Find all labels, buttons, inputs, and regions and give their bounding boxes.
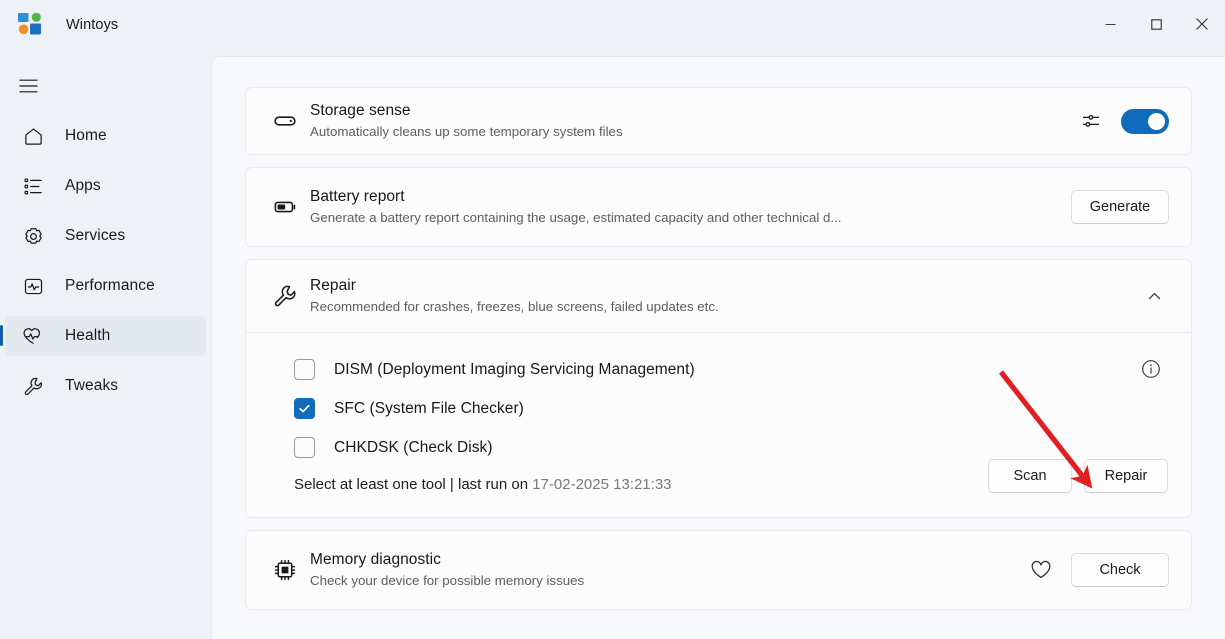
card-storage-sense: Storage sense Automatically cleans up so… — [245, 87, 1192, 155]
content-panel: Storage sense Automatically cleans up so… — [211, 56, 1225, 639]
wrench-icon — [266, 284, 304, 309]
storage-sense-row: Storage sense Automatically cleans up so… — [246, 88, 1191, 154]
sidebar-item-label: Services — [65, 227, 126, 244]
performance-monitor-icon — [20, 273, 46, 299]
battery-report-text: Battery report Generate a battery report… — [304, 187, 1055, 227]
check-button[interactable]: Check — [1071, 553, 1169, 587]
repair-tool-sfc[interactable]: SFC (System File Checker) — [294, 398, 1169, 419]
card-subtitle: Recommended for crashes, freezes, blue s… — [310, 299, 719, 314]
card-title: Storage sense — [310, 102, 411, 119]
repair-button[interactable]: Repair — [1084, 459, 1168, 493]
memory-chip-icon — [266, 558, 304, 582]
home-icon — [20, 123, 46, 149]
health-scroll-area[interactable]: Storage sense Automatically cleans up so… — [212, 57, 1225, 639]
title-bar: Wintoys — [0, 0, 1225, 48]
card-title: Memory diagnostic — [310, 551, 441, 568]
sidebar-item-label: Apps — [65, 177, 101, 194]
sidebar-item-label: Home — [65, 127, 107, 144]
repair-status-text: Select at least one tool | last run on — [294, 476, 533, 493]
gear-icon — [20, 223, 46, 249]
checkbox-label: CHKDSK (Check Disk) — [334, 438, 493, 456]
repair-tool-dism[interactable]: DISM (Deployment Imaging Servicing Manag… — [294, 359, 1169, 380]
card-battery-report: Battery report Generate a battery report… — [245, 167, 1192, 247]
sidebar-item-label: Performance — [65, 277, 155, 294]
sidebar-item-apps[interactable]: Apps — [5, 166, 206, 206]
scan-button[interactable]: Scan — [988, 459, 1072, 493]
sidebar-item-tweaks[interactable]: Tweaks — [5, 366, 206, 406]
checkbox-dism[interactable] — [294, 359, 315, 380]
window-controls — [1087, 0, 1225, 48]
card-subtitle: Generate a battery report containing the… — [310, 210, 842, 225]
card-title: Repair — [310, 277, 356, 294]
sidebar-item-services[interactable]: Services — [5, 216, 206, 256]
sidebar-item-label: Tweaks — [65, 377, 119, 394]
info-icon[interactable] — [1135, 353, 1167, 385]
sidebar-item-label: Health — [65, 327, 111, 344]
repair-expander-header[interactable]: Repair Recommended for crashes, freezes,… — [246, 260, 1191, 332]
maximize-button[interactable] — [1133, 0, 1179, 48]
repair-body: DISM (Deployment Imaging Servicing Manag… — [246, 333, 1191, 517]
sliders-icon[interactable] — [1075, 105, 1107, 137]
minimize-button[interactable] — [1087, 0, 1133, 48]
sidebar: Home Apps Services Performance Health Tw… — [0, 48, 211, 639]
storage-sense-toggle[interactable] — [1121, 108, 1169, 134]
sidebar-nav: Home Apps Services Performance Health Tw… — [0, 116, 206, 416]
checkbox-label: DISM (Deployment Imaging Servicing Manag… — [334, 360, 695, 378]
memory-diagnostic-row: Memory diagnostic Check your device for … — [246, 531, 1191, 609]
repair-action-buttons: Scan Repair — [988, 459, 1168, 493]
app-title: Wintoys — [66, 17, 119, 33]
card-subtitle: Automatically cleans up some temporary s… — [310, 124, 623, 139]
battery-report-actions: Generate — [1071, 190, 1169, 224]
battery-report-row: Battery report Generate a battery report… — [246, 168, 1191, 246]
generate-button[interactable]: Generate — [1071, 190, 1169, 224]
repair-text: Repair Recommended for crashes, freezes,… — [304, 276, 1139, 316]
sidebar-item-home[interactable]: Home — [5, 116, 206, 156]
card-subtitle: Check your device for possible memory is… — [310, 573, 585, 588]
checkbox-label: SFC (System File Checker) — [334, 399, 524, 417]
apps-list-icon — [20, 173, 46, 199]
sidebar-item-health[interactable]: Health — [0, 316, 206, 356]
checkbox-sfc[interactable] — [294, 398, 315, 419]
wintoys-logo — [18, 12, 42, 35]
close-button[interactable] — [1179, 0, 1225, 48]
card-repair: Repair Recommended for crashes, freezes,… — [245, 259, 1192, 518]
chevron-up-icon[interactable] — [1139, 281, 1169, 311]
heart-icon[interactable] — [1025, 554, 1057, 586]
card-memory-diagnostic: Memory diagnostic Check your device for … — [245, 530, 1192, 610]
memory-diagnostic-actions: Check — [1025, 553, 1169, 587]
app-window: Wintoys Home Apps Services Performance H… — [0, 0, 1225, 639]
storage-sense-text: Storage sense Automatically cleans up so… — [304, 101, 1059, 141]
battery-icon — [266, 195, 304, 219]
hamburger-icon[interactable] — [8, 68, 48, 104]
repair-tool-chkdsk[interactable]: CHKDSK (Check Disk) — [294, 437, 1169, 458]
repair-last-run-timestamp: 17-02-2025 13:21:33 — [532, 476, 672, 493]
heart-pulse-icon — [20, 323, 46, 349]
sidebar-item-performance[interactable]: Performance — [5, 266, 206, 306]
storage-sense-actions — [1075, 105, 1169, 137]
memory-diagnostic-text: Memory diagnostic Check your device for … — [304, 550, 1009, 590]
card-title: Battery report — [310, 188, 405, 205]
checkbox-chkdsk[interactable] — [294, 437, 315, 458]
wrench-icon — [20, 373, 46, 399]
storage-drive-icon — [266, 109, 304, 133]
